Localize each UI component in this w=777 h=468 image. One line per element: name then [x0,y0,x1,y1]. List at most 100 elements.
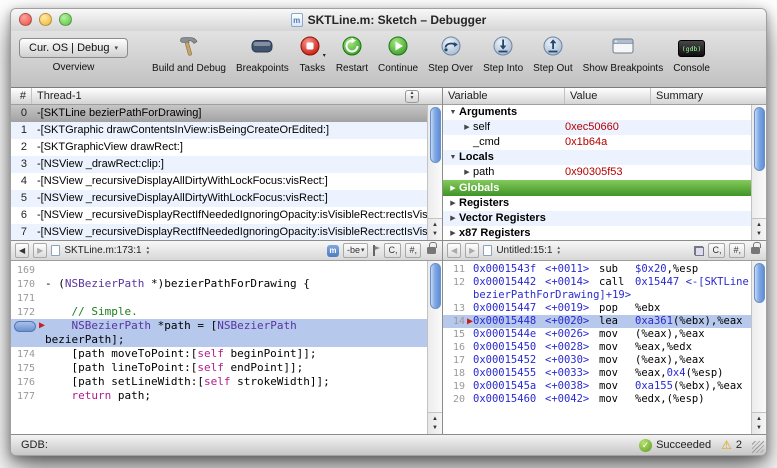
bookmark-icon[interactable] [372,245,380,256]
source-scrollbar[interactable]: ▲▼ [427,261,442,434]
variable-row[interactable]: ▼Locals [443,150,766,165]
scrollbar-thumb[interactable] [754,107,765,171]
disclosure-triangle[interactable]: ▼ [447,105,459,120]
breakpoint-marker[interactable] [14,321,36,332]
toolbar-step-out[interactable]: Step Out [533,35,572,74]
column-header-summary[interactable]: Summary [651,88,766,104]
includes-button[interactable]: #, [405,243,421,258]
title-bar[interactable]: m SKTLine.m: Sketch – Debugger [11,9,766,31]
disasm-line[interactable]: 110x0001543f<+0011>sub$0x20,%esp [443,263,751,276]
breadcrumb-stepper[interactable]: ▲▼ [146,246,150,255]
method-popup[interactable]: -be▾ [343,243,369,258]
thread-row[interactable]: 4-[NSView _recursiveDisplayAllDirtyWithL… [11,173,442,190]
disassembly-code-area[interactable]: 110x0001543f<+0011>sub$0x20,%esp120x0001… [443,261,766,434]
variables-scrollbar[interactable]: ▲▼ [751,105,766,240]
variable-row[interactable]: ▶Globals [443,180,766,195]
close-button[interactable] [19,13,32,26]
code-line[interactable]: 174 [path moveToPoint:[self beginPoint]]… [11,347,427,361]
variable-row[interactable]: ▶x87 Registers [443,226,766,240]
gutter-cell[interactable] [443,289,469,302]
gutter-cell[interactable]: 14▶ [443,315,469,328]
thread-scrollbar[interactable]: ▲▼ [427,105,442,240]
toolbar-breakpoints[interactable]: Breakpoints [236,35,289,74]
gutter-cell[interactable]: 11 [443,263,469,276]
variable-row[interactable]: ▼Arguments [443,105,766,120]
gutter-cell[interactable]: 169 [11,263,41,277]
disclosure-triangle[interactable]: ▶ [447,181,459,196]
forward-button[interactable]: ▶ [465,243,479,258]
code-line[interactable]: 176 [path setLineWidth:[self strokeWidth… [11,375,427,389]
thread-row[interactable]: 2-[SKTGraphicView drawRect:] [11,139,442,156]
gutter-cell[interactable]: 16 [443,341,469,354]
disasm-line[interactable]: 14▶0x00015448<+0020>lea0xa361(%ebx),%eax [443,315,751,328]
gutter-cell[interactable]: 13 [443,302,469,315]
disasm-line[interactable]: 120x00015442<+0014>call0x15447 <-[SKTLin… [443,276,751,289]
variable-row[interactable]: ▶self0xec50660 [443,120,766,135]
toolbar-restart[interactable]: Restart [336,35,368,74]
disclosure-triangle[interactable]: ▶ [461,120,473,135]
gutter-cell[interactable]: 171 [11,291,41,305]
toolbar-tasks[interactable]: ▾ Tasks [299,35,326,74]
breadcrumb-stepper[interactable]: ▲▼ [556,246,560,255]
counterpart-badge[interactable]: m [327,245,339,257]
disasm-line[interactable]: 170x00015452<+0030>mov(%eax),%eax [443,354,751,367]
gutter-cell[interactable]: 19 [443,380,469,393]
disasm-line[interactable]: bezierPathForDrawing]+19> [443,289,751,302]
gutter-cell[interactable]: 17 [443,354,469,367]
column-header-thread[interactable]: Thread-1 [37,90,82,102]
scrollbar-thumb[interactable] [430,263,441,309]
code-line[interactable]: 171 [11,291,427,305]
gutter-cell[interactable]: 18 [443,367,469,380]
code-line[interactable]: 169 [11,263,427,277]
zoom-button[interactable] [59,13,72,26]
disassembly-scrollbar[interactable]: ▲▼ [751,261,766,434]
variable-row[interactable]: ▶Vector Registers [443,211,766,226]
disclosure-triangle[interactable]: ▶ [447,226,459,240]
variable-row[interactable]: ▶path0x90305f53 [443,165,766,180]
disclosure-triangle[interactable]: ▼ [447,150,459,165]
code-line[interactable]: 170- (NSBezierPath *)bezierPathForDrawin… [11,277,427,291]
variable-row[interactable]: _cmd0x1b64a [443,135,766,150]
thread-row[interactable]: 6-[NSView _recursiveDisplayRectIfNeededI… [11,207,442,224]
column-header-variable[interactable]: Variable [443,88,565,104]
disasm-line[interactable]: 200x00015460<+0042>mov%edx,(%esp) [443,393,751,406]
scrollbar-arrows[interactable]: ▲▼ [752,218,766,240]
variable-row[interactable]: ▶Registers [443,196,766,211]
disclosure-triangle[interactable]: ▶ [447,196,459,211]
thread-row[interactable]: 0-[SKTLine bezierPathForDrawing] [11,105,442,122]
file-breadcrumb[interactable]: Untitled:15:1 [496,245,552,256]
toolbar-step-over[interactable]: Step Over [428,35,473,74]
toolbar-console[interactable]: (gdb) Console [673,35,710,74]
scrollbar-thumb[interactable] [754,263,765,303]
thread-row[interactable]: 3-[NSView _drawRect:clip:] [11,156,442,173]
code-line[interactable]: 175 [path lineToPoint:[self endPoint]]; [11,361,427,375]
source-code-area[interactable]: 169170- (NSBezierPath *)bezierPathForDra… [11,261,442,434]
gutter-cell[interactable] [11,333,41,347]
disasm-line[interactable]: 180x00015455<+0033>mov%eax,0x4(%esp) [443,367,751,380]
scrollbar-thumb[interactable] [430,107,441,163]
back-button[interactable]: ◀ [15,243,29,258]
resize-grip[interactable] [752,441,764,453]
toolbar-show-breakpoints[interactable]: Show Breakpoints [583,35,664,74]
scrollbar-arrows[interactable]: ▲▼ [428,412,442,434]
column-header-index[interactable]: # [11,88,32,104]
thread-row[interactable]: 1-[SKTGraphic drawContentsInView:isBeing… [11,122,442,139]
gutter-cell[interactable]: 174 [11,347,41,361]
disclosure-triangle[interactable]: ▶ [447,211,459,226]
gutter-cell[interactable]: 172 [11,305,41,319]
thread-row[interactable]: 5-[NSView _recursiveDisplayAllDirtyWithL… [11,190,442,207]
minimize-button[interactable] [39,13,52,26]
disasm-line[interactable]: 160x00015450<+0028>mov%eax,%edx [443,341,751,354]
back-button[interactable]: ◀ [447,243,461,258]
scrollbar-arrows[interactable]: ▲▼ [428,218,442,240]
code-line[interactable]: 177 return path; [11,389,427,403]
gutter-cell[interactable]: ▶ [11,319,41,333]
class-browser-button[interactable]: C, [384,243,401,258]
gutter-cell[interactable]: 12 [443,276,469,289]
disasm-line[interactable]: 190x0001545a<+0038>mov0xa155(%ebx),%eax [443,380,751,393]
class-browser-button[interactable]: C, [708,243,725,258]
gutter-cell[interactable]: 175 [11,361,41,375]
warning-icon[interactable]: ⚠ [721,438,732,452]
counterpart-icon[interactable] [694,246,704,256]
gutter-cell[interactable]: 177 [11,389,41,403]
